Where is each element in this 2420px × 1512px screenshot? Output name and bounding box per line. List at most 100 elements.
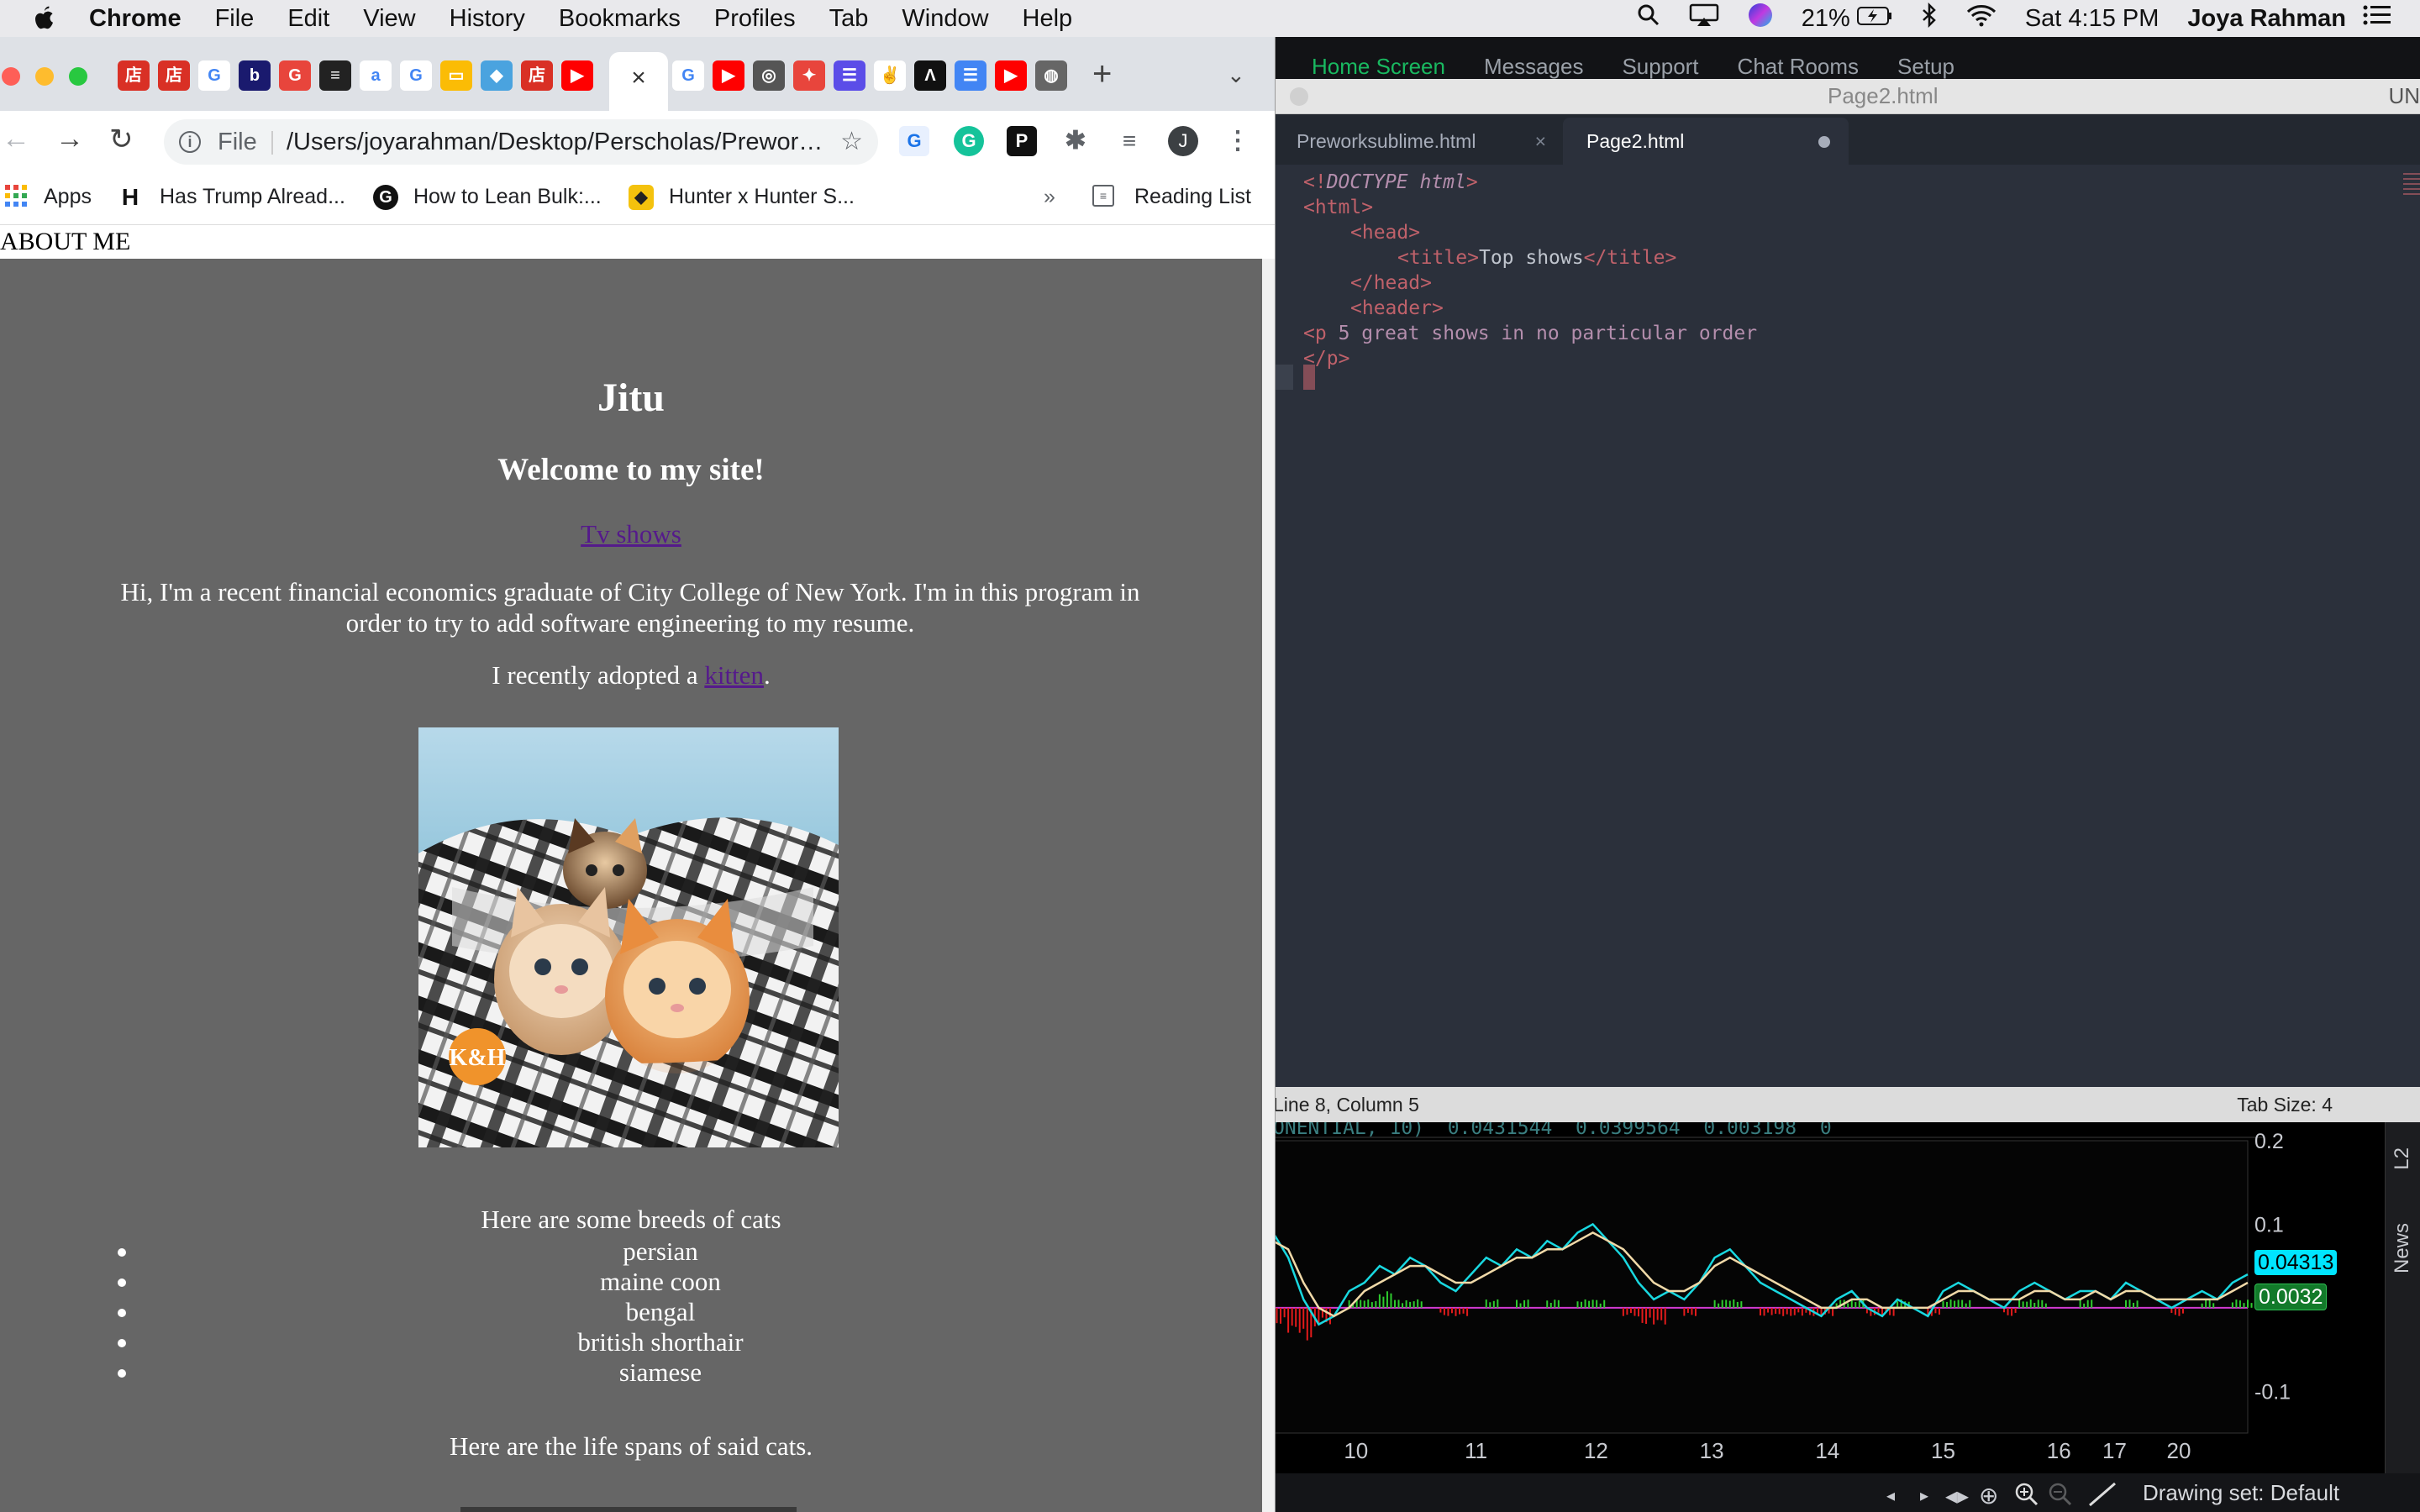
spotlight-search-icon[interactable] <box>1637 3 1660 34</box>
menu-file[interactable]: File <box>215 0 255 37</box>
tab-size[interactable]: Tab Size: 4 <box>2237 1087 2333 1122</box>
youtube-favicon-icon[interactable]: ▶ <box>995 60 1027 91</box>
bluetooth-icon[interactable] <box>1921 2 1938 34</box>
amazon-favicon-icon[interactable]: a <box>360 60 392 91</box>
google-favicon-icon[interactable]: G <box>279 60 311 91</box>
apple-icon[interactable] <box>32 4 57 33</box>
address-bar[interactable]: i File /Users/joyarahman/Desktop/Perscho… <box>164 119 878 165</box>
pan-arrows-icon[interactable]: ◂▸ <box>1945 1482 1969 1509</box>
menu-window[interactable]: Window <box>902 0 988 37</box>
forms-favicon-icon[interactable]: ☰ <box>834 60 865 91</box>
indicator-chart[interactable]: 0.2 0.1 -0.1 10 11 12 13 14 15 16 17 20 <box>1273 1122 2420 1473</box>
grammarly-extension-icon[interactable]: G <box>954 126 984 156</box>
site-info-icon[interactable]: i <box>179 131 201 153</box>
messages-tab[interactable]: Messages <box>1484 54 1584 79</box>
battery-icon[interactable] <box>1856 5 1892 33</box>
apps-grid-icon[interactable] <box>3 185 29 210</box>
tab-page2[interactable]: Page2.html <box>1563 118 1849 165</box>
home-screen-tab[interactable]: Home Screen <box>1312 54 1445 79</box>
store-favicon-icon[interactable]: 店 <box>158 60 190 91</box>
window-close-button[interactable] <box>1290 87 1308 106</box>
setup-tab[interactable]: Setup <box>1897 54 1954 79</box>
a-favicon-icon[interactable]: Λ <box>914 60 946 91</box>
reading-list-icon[interactable]: ≡ <box>1092 185 1114 207</box>
google-favicon-icon[interactable]: G <box>198 60 230 91</box>
back-arrow-icon[interactable]: ← <box>2 123 30 155</box>
media-controls-icon[interactable]: ≡ <box>1114 126 1144 156</box>
kitten-link[interactable]: kitten <box>704 660 764 690</box>
zoom-window-button[interactable] <box>69 67 87 86</box>
scroll-right-icon[interactable]: ▸ <box>1920 1485 1928 1506</box>
google-favicon-icon[interactable]: G <box>672 60 704 91</box>
tab-search-chevron-icon[interactable]: ⌄ <box>1227 62 1245 88</box>
store-favicon-icon[interactable]: 店 <box>521 60 553 91</box>
google-favicon-icon[interactable]: G <box>400 60 432 91</box>
unsaved-dot-icon[interactable] <box>1818 136 1830 148</box>
news-tab[interactable]: News <box>2391 1223 2414 1273</box>
bookmark-hunter[interactable]: Hunter x Hunter S... <box>669 185 855 209</box>
active-tab[interactable]: × <box>609 52 668 111</box>
siri-icon[interactable] <box>1748 3 1773 34</box>
menu-help[interactable]: Help <box>1023 0 1073 37</box>
peace-favicon-icon[interactable]: ✌ <box>874 60 906 91</box>
menu-bookmarks[interactable]: Bookmarks <box>559 0 681 37</box>
forward-arrow-icon[interactable]: → <box>55 123 84 155</box>
support-tab[interactable]: Support <box>1622 54 1698 79</box>
scroll-left-icon[interactable]: ◂ <box>1886 1485 1895 1506</box>
drawing-set-selector[interactable]: Drawing set: Default <box>2143 1480 2339 1506</box>
youtube-favicon-icon[interactable]: ▶ <box>561 60 593 91</box>
tab-close-icon[interactable]: × <box>1535 118 1546 165</box>
draw-line-icon[interactable] <box>2088 1482 2117 1512</box>
airplay-icon[interactable] <box>1689 3 1719 34</box>
extensions-puzzle-icon[interactable]: ✱ <box>1060 126 1091 156</box>
clock[interactable]: Sat 4:15 PM <box>2025 5 2160 33</box>
chat-rooms-tab[interactable]: Chat Rooms <box>1738 54 1860 79</box>
bookmark-star-icon[interactable]: ☆ <box>840 119 863 165</box>
zoom-in-icon[interactable] <box>2014 1482 2039 1512</box>
bird-favicon-icon[interactable]: ◆ <box>481 60 513 91</box>
crosshair-icon[interactable]: ⊕ <box>1979 1482 1998 1509</box>
l2-tab[interactable]: L2 <box>2391 1147 2414 1170</box>
tab-preworksublime[interactable]: Preworksublime.html × <box>1273 118 1563 165</box>
google-translate-extension-icon[interactable]: G <box>899 126 929 156</box>
menu-edit[interactable]: Edit <box>287 0 329 37</box>
film-favicon-icon[interactable]: ≡ <box>319 60 351 91</box>
chrome-favicon-icon[interactable]: ◎ <box>753 60 785 91</box>
minimize-window-button[interactable] <box>35 67 54 86</box>
new-tab-button[interactable]: + <box>1092 55 1112 93</box>
breeds-intro: Here are some breeds of cats <box>481 1205 781 1234</box>
minimap[interactable] <box>2403 173 2420 198</box>
slides-favicon-icon[interactable]: ▭ <box>440 60 472 91</box>
store-favicon-icon[interactable]: 店 <box>118 60 150 91</box>
notification-center-icon[interactable] <box>2363 4 2391 33</box>
bookmark-lean-bulk[interactable]: How to Lean Bulk:... <box>413 185 602 209</box>
p-extension-icon[interactable]: P <box>1007 126 1037 156</box>
wifi-icon[interactable] <box>1966 3 1996 34</box>
menu-view[interactable]: View <box>363 0 415 37</box>
menu-tab[interactable]: Tab <box>829 0 869 37</box>
bookmarks-overflow[interactable]: » <box>1044 185 1055 209</box>
b-favicon-icon[interactable]: b <box>239 60 271 91</box>
menu-profiles[interactable]: Profiles <box>714 0 796 37</box>
globe-favicon-icon[interactable]: ◍ <box>1035 60 1067 91</box>
tab-close-icon[interactable]: × <box>631 64 646 92</box>
tab-label: Page2.html <box>1586 130 1685 152</box>
bookmark-trump[interactable]: Has Trump Alread... <box>160 185 345 209</box>
youtube-favicon-icon[interactable]: ▶ <box>713 60 744 91</box>
tv-shows-link[interactable]: Tv shows <box>0 519 1262 549</box>
menu-app-name[interactable]: Chrome <box>89 0 182 37</box>
bookmark-apps[interactable]: Apps <box>44 185 92 209</box>
chrome-menu-icon[interactable]: ⋮ <box>1223 126 1253 156</box>
zoom-out-icon[interactable] <box>2048 1482 2073 1512</box>
pin-favicon-icon[interactable]: ✦ <box>793 60 825 91</box>
user-name[interactable]: Joya Rahman <box>2187 5 2346 33</box>
code-editor[interactable]: <!DOCTYPE html> <html> <head> <title>Top… <box>1273 170 2420 1010</box>
reload-icon[interactable]: ↻ <box>109 123 134 156</box>
docs-favicon-icon[interactable]: ☰ <box>955 60 986 91</box>
menu-history[interactable]: History <box>450 0 525 37</box>
profile-avatar[interactable]: J <box>1168 126 1198 156</box>
url-text[interactable]: /Users/joyarahman/Desktop/Perscholas/Pre… <box>287 119 824 165</box>
reading-list[interactable]: Reading List <box>1134 185 1251 209</box>
page-scrollbar[interactable] <box>1262 259 1275 1512</box>
close-window-button[interactable] <box>2 67 20 86</box>
